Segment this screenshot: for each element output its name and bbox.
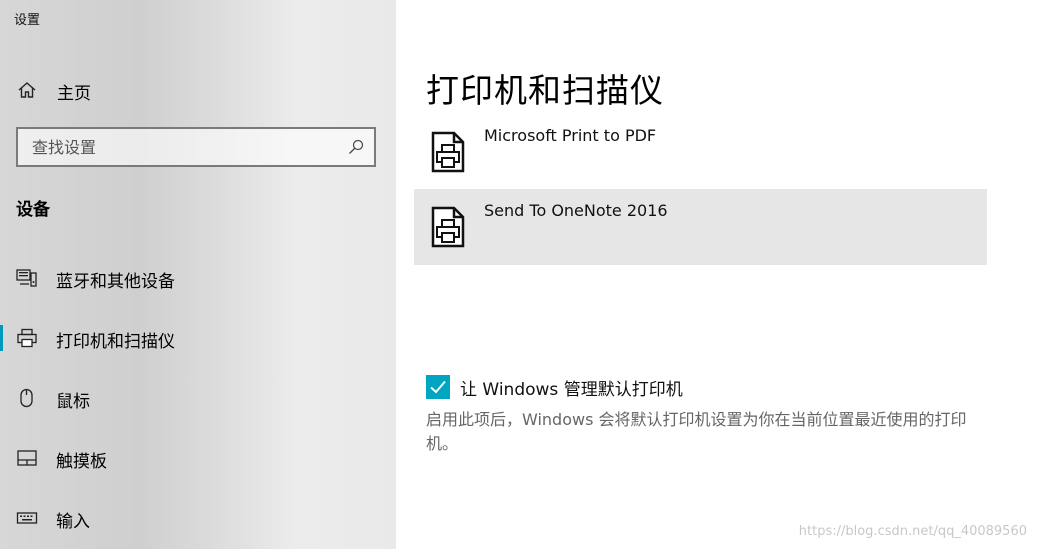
sidebar-item-bluetooth[interactable]: 蓝牙和其他设备 bbox=[0, 256, 396, 300]
page-title: 打印机和扫描仪 bbox=[426, 71, 664, 110]
active-indicator bbox=[0, 325, 3, 351]
default-printer-toggle[interactable]: 让 Windows 管理默认打印机 bbox=[426, 374, 683, 400]
sidebar-item-label: 输入 bbox=[56, 512, 90, 532]
search-icon[interactable] bbox=[348, 139, 364, 155]
default-printer-description: 启用此项后，Windows 会将默认打印机设置为你在当前位置最近使用的打印机。 bbox=[426, 410, 967, 453]
watermark: https://blog.csdn.net/qq_40089560 bbox=[798, 524, 1027, 539]
default-printer-checkbox[interactable] bbox=[426, 375, 450, 399]
printer-device-icon bbox=[431, 206, 465, 248]
sidebar: 设置 主页 设备 蓝牙和其他设备 打印机和扫描仪 bbox=[0, 0, 396, 549]
main-content: 打印机和扫描仪 Microsoft Print to PDF Send To O… bbox=[396, 0, 1037, 549]
default-printer-label: 让 Windows 管理默认打印机 bbox=[460, 379, 683, 400]
sidebar-item-mouse[interactable]: 鼠标 bbox=[0, 376, 396, 420]
keyboard-icon bbox=[16, 512, 38, 524]
sidebar-item-printers[interactable]: 打印机和扫描仪 bbox=[0, 316, 396, 360]
home-icon bbox=[18, 82, 36, 98]
sidebar-item-typing[interactable]: 输入 bbox=[0, 496, 396, 540]
sidebar-item-label: 鼠标 bbox=[56, 392, 90, 412]
printer-icon bbox=[17, 328, 37, 348]
bluetooth-devices-icon bbox=[16, 269, 37, 287]
checkmark-icon bbox=[430, 380, 446, 394]
sidebar-home[interactable]: 主页 bbox=[0, 70, 396, 108]
sidebar-item-label: 打印机和扫描仪 bbox=[56, 332, 175, 352]
window-title: 设置 bbox=[14, 13, 41, 28]
sidebar-item-label: 蓝牙和其他设备 bbox=[56, 272, 175, 292]
mouse-icon bbox=[20, 388, 33, 408]
touchpad-icon bbox=[17, 450, 37, 466]
section-title: 设备 bbox=[16, 200, 50, 220]
printer-name: Microsoft Print to PDF bbox=[484, 126, 657, 145]
search-input[interactable] bbox=[18, 129, 374, 165]
sidebar-item-label: 触摸板 bbox=[56, 452, 107, 472]
sidebar-item-touchpad[interactable]: 触摸板 bbox=[0, 436, 396, 480]
printer-name: Send To OneNote 2016 bbox=[484, 201, 668, 220]
printer-item[interactable]: Microsoft Print to PDF bbox=[414, 114, 987, 190]
printer-item[interactable]: Send To OneNote 2016 bbox=[414, 189, 987, 265]
printer-device-icon bbox=[431, 131, 465, 173]
search-box[interactable] bbox=[16, 127, 376, 167]
sidebar-home-label: 主页 bbox=[57, 84, 91, 104]
